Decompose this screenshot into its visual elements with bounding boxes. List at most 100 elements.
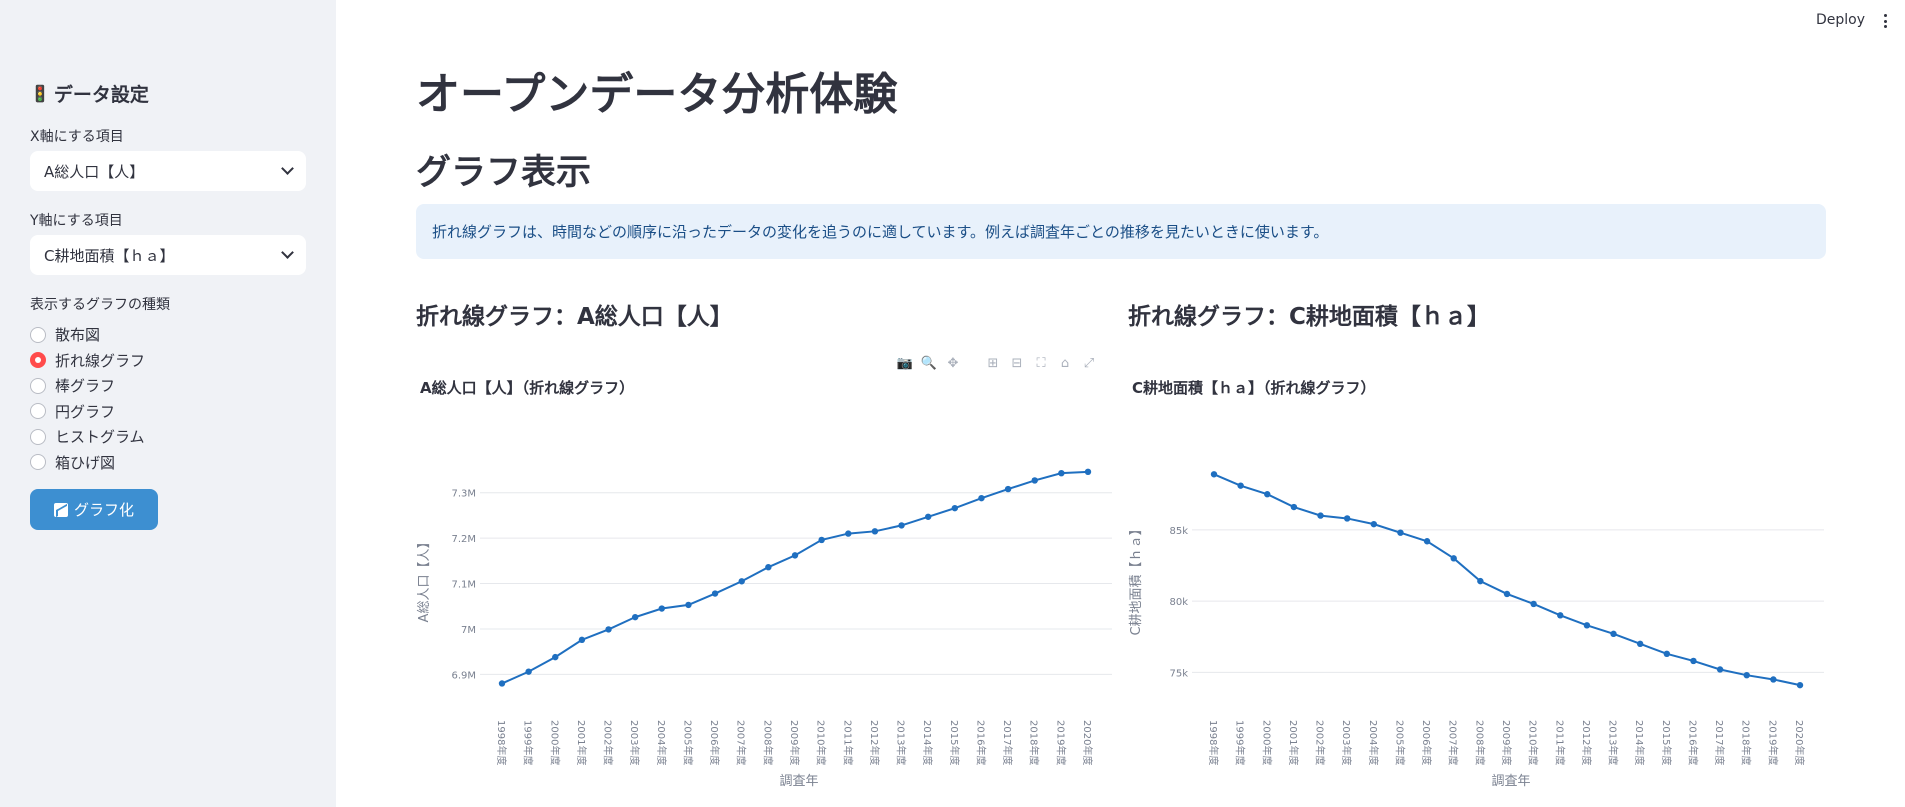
radio-dot[interactable] — [30, 428, 46, 445]
radio-pie[interactable]: 円グラフ — [30, 399, 145, 425]
x-tick-label: 2003年度 — [1340, 720, 1353, 765]
data-point — [978, 494, 985, 502]
x-tick-label: 2014年度 — [1633, 720, 1646, 765]
sidebar-title: 🚦 データ設定 — [30, 80, 149, 107]
data-point — [1743, 671, 1750, 679]
line-chart-farmland: C耕地面積【ｈａ】（折れ線グラフ） 75k 80k 85k 1998年度 1999年度 20… — [1128, 379, 1824, 789]
radio-label: 棒グラフ — [55, 377, 116, 396]
data-point — [1583, 622, 1591, 629]
data-point — [1004, 485, 1012, 493]
radio-line[interactable]: 折れ線グラフ — [30, 348, 145, 374]
info-box: 折れ線グラフは、時間などの順序に沿ったデータの変化を追うのに適しています。例えば… — [416, 204, 1826, 259]
x-tick-label: 2004年度 — [1367, 720, 1380, 765]
x-tick-label: 2013年度 — [1607, 720, 1620, 765]
data-point — [1397, 529, 1404, 536]
graph-type-label: 表示するグラフの種類 — [30, 297, 170, 313]
x-tick-label: 2007年度 — [735, 720, 748, 765]
x-tick-label: 2002年度 — [602, 720, 615, 765]
data-point — [845, 530, 852, 537]
radio-label: 折れ線グラフ — [55, 351, 146, 370]
section-title: グラフ表示 — [416, 153, 592, 193]
data-point — [898, 522, 905, 529]
data-point — [685, 601, 692, 609]
radio-dot[interactable] — [30, 326, 46, 343]
x-tick-label: 1998年度 — [1207, 720, 1220, 765]
data-point — [658, 605, 666, 612]
x-axis-title: 調査年 — [779, 774, 818, 789]
x-tick-label: 1999年度 — [522, 720, 535, 765]
x-tick-label: 2019年度 — [1766, 720, 1779, 765]
x-tick-label: 2001年度 — [1287, 720, 1300, 765]
radio-dot[interactable] — [30, 377, 46, 394]
traffic-light-icon: 🚦 — [30, 84, 50, 103]
radio-dot-selected[interactable] — [30, 352, 46, 369]
y-axis-select[interactable]: C耕地面積【ｈａ】 — [30, 235, 306, 275]
x-axis-select-value: A総人口【人】 — [44, 162, 145, 181]
series-line — [1213, 473, 1801, 687]
x-tick-label: 2020年度 — [1081, 720, 1094, 765]
x-tick-label: 2004年度 — [655, 720, 668, 765]
data-point — [871, 528, 879, 535]
x-tick-label: 2014年度 — [921, 720, 934, 765]
x-tick-label: 2010年度 — [1527, 720, 1540, 765]
x-tick-label: 2018年度 — [1028, 720, 1041, 765]
radio-bar[interactable]: 棒グラフ — [30, 373, 145, 399]
graph-button-label: グラフ化 — [73, 501, 134, 519]
data-point — [1084, 468, 1092, 476]
data-point — [1317, 512, 1324, 519]
data-point — [1370, 520, 1378, 528]
radio-boxplot[interactable]: 箱ひげ図 — [30, 450, 145, 476]
x-tick-label: 2017年度 — [1001, 720, 1014, 765]
data-point — [631, 613, 639, 621]
chart-title: C耕地面積【ｈａ】（折れ線グラフ） — [1132, 379, 1376, 397]
chart-icon — [53, 502, 68, 517]
y-axis-title: C耕地面積【ｈａ】 — [1128, 522, 1144, 635]
main-menu-icon[interactable] — [1884, 14, 1888, 28]
sidebar: 🚦 データ設定 X軸にする項目 A総人口【人】 Y軸にする項目 C耕地面積【ｈａ… — [0, 0, 336, 807]
radio-dot[interactable] — [30, 403, 46, 420]
x-tick-label: 2011年度 — [841, 720, 854, 765]
x-tick-label: 2018年度 — [1740, 720, 1753, 765]
x-tick-label: 2000年度 — [548, 720, 561, 765]
x-tick-label: 2008年度 — [1473, 720, 1486, 765]
page-title: オープンデータ分析体験 — [416, 69, 898, 120]
x-tick-label: 2006年度 — [708, 720, 721, 765]
left-chart-heading: 折れ線グラフ：A総人口【人】 — [416, 304, 733, 330]
series-line — [501, 470, 1089, 685]
deploy-button[interactable]: Deploy — [1816, 12, 1865, 28]
data-point — [1058, 469, 1065, 477]
data-point — [738, 578, 745, 585]
radio-dot[interactable] — [30, 454, 46, 471]
data-point — [578, 636, 586, 644]
x-tick-label: 2000年度 — [1260, 720, 1273, 765]
radio-scatter[interactable]: 散布図 — [30, 322, 145, 348]
x-tick-label: 2019年度 — [1054, 720, 1067, 765]
y-tick-label: 7.1M — [451, 580, 476, 591]
y-tick-label: 80k — [1169, 597, 1188, 608]
x-tick-label: 2017年度 — [1713, 720, 1726, 765]
radio-label: 箱ひげ図 — [55, 453, 116, 472]
data-point — [1290, 503, 1298, 511]
x-tick-label: 2009年度 — [1500, 720, 1513, 765]
data-point — [1031, 477, 1038, 484]
x-tick-label: 2001年度 — [575, 720, 588, 765]
y-tick-label: 7.3M — [451, 489, 476, 500]
graph-button[interactable]: グラフ化 — [30, 489, 158, 530]
data-point — [1690, 657, 1697, 665]
data-point — [1503, 590, 1511, 598]
data-point — [1557, 612, 1564, 619]
graph-type-radio-group: 散布図 折れ線グラフ 棒グラフ 円グラフ ヒストグラム 箱ひげ図 — [30, 322, 145, 475]
x-axis-select[interactable]: A総人口【人】 — [30, 151, 306, 191]
data-point — [765, 563, 772, 571]
data-point — [791, 552, 799, 559]
radio-histogram[interactable]: ヒストグラム — [30, 424, 145, 450]
info-text: 折れ線グラフは、時間などの順序に沿ったデータの変化を追うのに適しています。例えば… — [432, 223, 1329, 241]
sidebar-title-text: データ設定 — [53, 84, 149, 106]
data-point — [1716, 666, 1724, 673]
y-axis-label: Y軸にする項目 — [30, 213, 123, 229]
y-tick-label: 75k — [1169, 668, 1188, 679]
y-axis-select-value: C耕地面積【ｈａ】 — [44, 246, 175, 265]
data-point — [951, 504, 959, 512]
y-tick-label: 85k — [1169, 526, 1188, 537]
x-tick-label: 2006年度 — [1420, 720, 1433, 765]
